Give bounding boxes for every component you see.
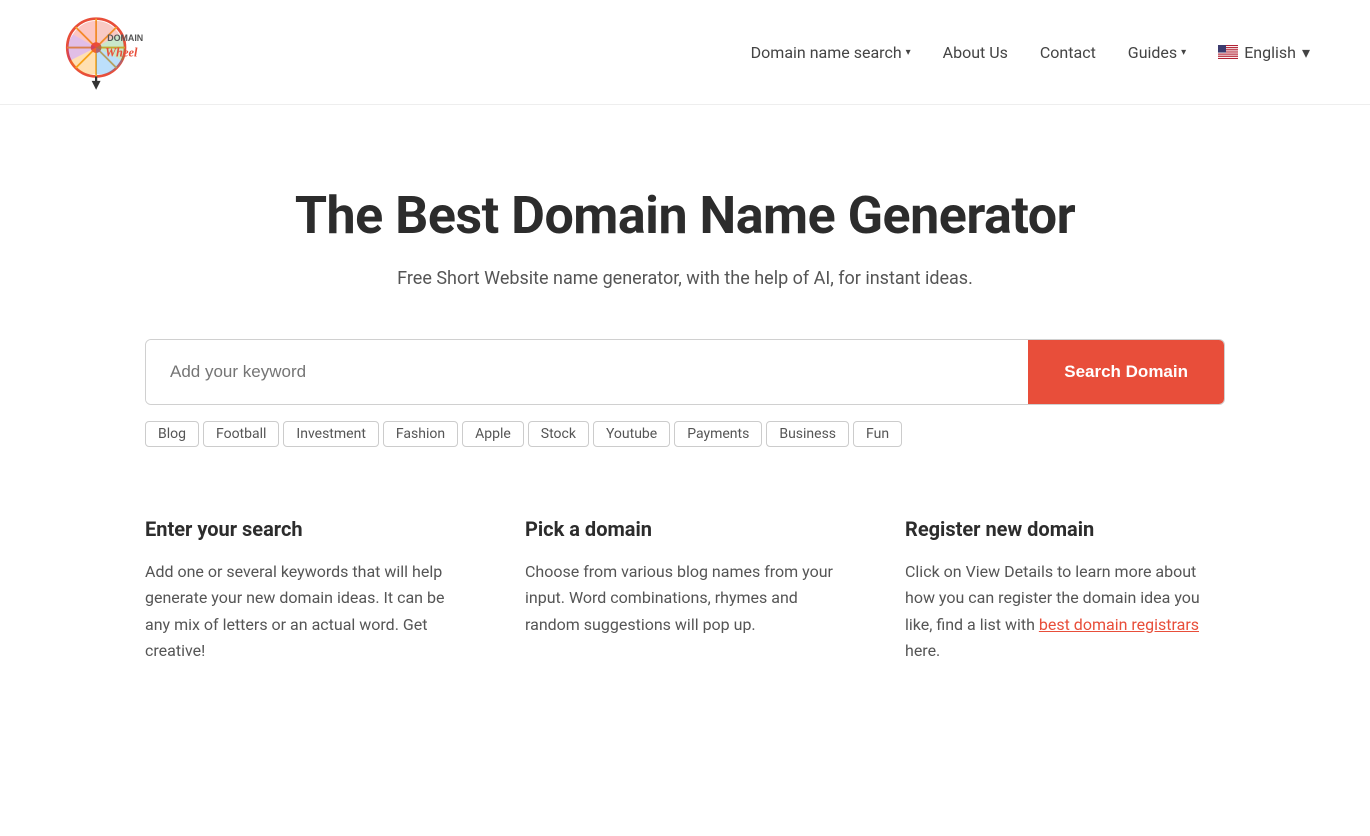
feature-enter-search-title: Enter your search — [145, 517, 465, 541]
feature-enter-search: Enter your search Add one or several key… — [145, 517, 465, 665]
hero-subtitle: Free Short Website name generator, with … — [397, 268, 973, 289]
feature-pick-domain-text: Choose from various blog names from your… — [525, 559, 845, 638]
logo-area[interactable]: DOMAIN Wheel — [60, 12, 150, 92]
search-domain-button[interactable]: Search Domain — [1028, 340, 1224, 404]
nav-guides[interactable]: Guides ▾ — [1128, 43, 1186, 62]
features-section: Enter your search Add one or several key… — [145, 517, 1225, 665]
keyword-tag[interactable]: Stock — [528, 421, 589, 447]
keyword-tag[interactable]: Fun — [853, 421, 902, 447]
keyword-tag[interactable]: Blog — [145, 421, 199, 447]
keyword-tags: BlogFootballInvestmentFashionAppleStockY… — [145, 421, 1225, 447]
search-input[interactable] — [146, 340, 1028, 404]
site-header: DOMAIN Wheel Domain name search ▾ About … — [0, 0, 1370, 105]
nav-domain-search[interactable]: Domain name search ▾ — [751, 43, 911, 62]
main-nav: Domain name search ▾ About Us Contact Gu… — [751, 43, 1310, 62]
svg-text:DOMAIN: DOMAIN — [107, 33, 143, 43]
nav-contact[interactable]: Contact — [1040, 43, 1096, 62]
keyword-tag[interactable]: Football — [203, 421, 279, 447]
keyword-tag[interactable]: Business — [766, 421, 849, 447]
page-title: The Best Domain Name Generator — [295, 185, 1075, 246]
keyword-tag[interactable]: Youtube — [593, 421, 670, 447]
keyword-tag[interactable]: Investment — [283, 421, 378, 447]
feature-register-domain-text: Click on View Details to learn more abou… — [905, 559, 1225, 665]
chevron-down-icon: ▾ — [1181, 47, 1186, 58]
chevron-down-icon: ▾ — [906, 47, 911, 58]
logo-icon: DOMAIN Wheel — [60, 12, 150, 92]
chevron-down-icon: ▾ — [1302, 43, 1310, 62]
keyword-tag[interactable]: Payments — [674, 421, 762, 447]
nav-about-us[interactable]: About Us — [943, 43, 1008, 62]
best-domain-registrars-link[interactable]: best domain registrars — [1039, 615, 1199, 634]
feature-register-domain-title: Register new domain — [905, 517, 1225, 541]
main-content: The Best Domain Name Generator Free Shor… — [0, 105, 1370, 725]
feature-pick-domain: Pick a domain Choose from various blog n… — [525, 517, 845, 665]
search-bar: Search Domain — [145, 339, 1225, 405]
feature-enter-search-text: Add one or several keywords that will he… — [145, 559, 465, 665]
feature-pick-domain-title: Pick a domain — [525, 517, 845, 541]
register-text-after: here. — [905, 641, 940, 660]
us-flag-icon — [1218, 45, 1238, 59]
keyword-tag[interactable]: Apple — [462, 421, 524, 447]
keyword-tag[interactable]: Fashion — [383, 421, 458, 447]
svg-text:Wheel: Wheel — [105, 45, 138, 59]
feature-register-domain: Register new domain Click on View Detail… — [905, 517, 1225, 665]
search-container: Search Domain — [145, 339, 1225, 405]
language-selector[interactable]: English ▾ — [1218, 43, 1310, 62]
